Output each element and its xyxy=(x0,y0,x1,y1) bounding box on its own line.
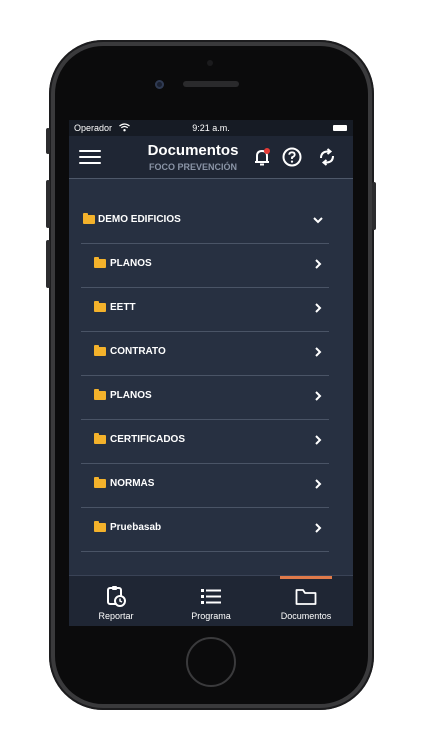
folder-icon xyxy=(94,301,106,312)
folder-row[interactable]: PLANOS xyxy=(81,243,329,288)
list-icon xyxy=(201,589,221,604)
app-screen: Operador 9:21 a.m. Documentos FOCO PREVE… xyxy=(69,120,353,626)
power-button xyxy=(372,182,376,230)
status-time: 9:21 a.m. xyxy=(192,123,230,133)
chevron-right-icon xyxy=(315,435,322,445)
mute-switch xyxy=(46,128,50,154)
tab-bar: Reportar Programa Documentos xyxy=(69,575,353,626)
folder-label: EETT xyxy=(110,302,136,313)
folder-icon xyxy=(94,345,106,356)
folder-row[interactable]: CERTIFICADOS xyxy=(81,419,329,464)
refresh-icon[interactable] xyxy=(316,146,338,168)
tab-programa[interactable]: Programa xyxy=(164,576,258,626)
folder-icon xyxy=(295,589,317,605)
tab-label: Programa xyxy=(191,611,231,621)
folder-row-demo-edificios[interactable]: DEMO EDIFICIOS xyxy=(81,199,329,244)
folder-icon xyxy=(83,213,95,224)
folder-row[interactable]: PLANOS xyxy=(81,375,329,420)
active-tab-indicator xyxy=(280,576,332,579)
chevron-right-icon xyxy=(315,523,322,533)
clipboard-clock-icon xyxy=(107,586,126,607)
chevron-right-icon xyxy=(315,347,322,357)
folder-icon xyxy=(94,433,106,444)
proximity-sensor xyxy=(207,60,213,66)
bell-icon[interactable] xyxy=(251,146,273,168)
tab-label: Documentos xyxy=(280,611,332,621)
notification-dot xyxy=(264,148,270,154)
chevron-right-icon xyxy=(315,303,322,313)
status-bar: Operador 9:21 a.m. xyxy=(69,120,353,136)
folder-label: CONTRATO xyxy=(110,346,166,357)
folder-icon xyxy=(94,257,106,268)
volume-down-button xyxy=(46,240,50,288)
folder-row[interactable]: EETT xyxy=(81,287,329,332)
folder-row[interactable]: CONTRATO xyxy=(81,331,329,376)
tab-reportar[interactable]: Reportar xyxy=(69,576,163,626)
front-camera xyxy=(155,80,164,89)
battery-icon xyxy=(333,125,347,131)
folder-label: PLANOS xyxy=(110,258,152,269)
page-title: Documentos xyxy=(147,142,239,159)
folder-icon xyxy=(94,521,106,532)
tab-documentos[interactable]: Documentos xyxy=(259,576,353,626)
chevron-right-icon xyxy=(315,391,322,401)
folder-icon xyxy=(94,389,106,400)
folder-label: Pruebasab xyxy=(110,522,162,533)
nav-bar: Documentos FOCO PREVENCIÓN xyxy=(69,136,353,179)
volume-up-button xyxy=(46,180,50,228)
folder-icon xyxy=(94,477,106,488)
earpiece-speaker xyxy=(183,81,239,87)
folder-label: NORMAS xyxy=(110,478,155,489)
folder-label: PLANOS xyxy=(110,390,152,401)
folder-label: DEMO EDIFICIOS xyxy=(98,214,181,225)
help-icon[interactable] xyxy=(281,146,303,168)
chevron-down-icon xyxy=(313,217,323,224)
folder-row[interactable]: Pruebasab xyxy=(81,507,329,552)
folder-row[interactable]: NORMAS xyxy=(81,463,329,508)
chevron-right-icon xyxy=(315,479,322,489)
folder-label: CERTIFICADOS xyxy=(110,434,185,445)
chevron-right-icon xyxy=(315,259,322,269)
menu-icon[interactable] xyxy=(79,150,101,164)
page-subtitle: FOCO PREVENCIÓN xyxy=(148,162,237,172)
home-button[interactable] xyxy=(186,637,236,687)
tab-label: Reportar xyxy=(98,611,134,621)
